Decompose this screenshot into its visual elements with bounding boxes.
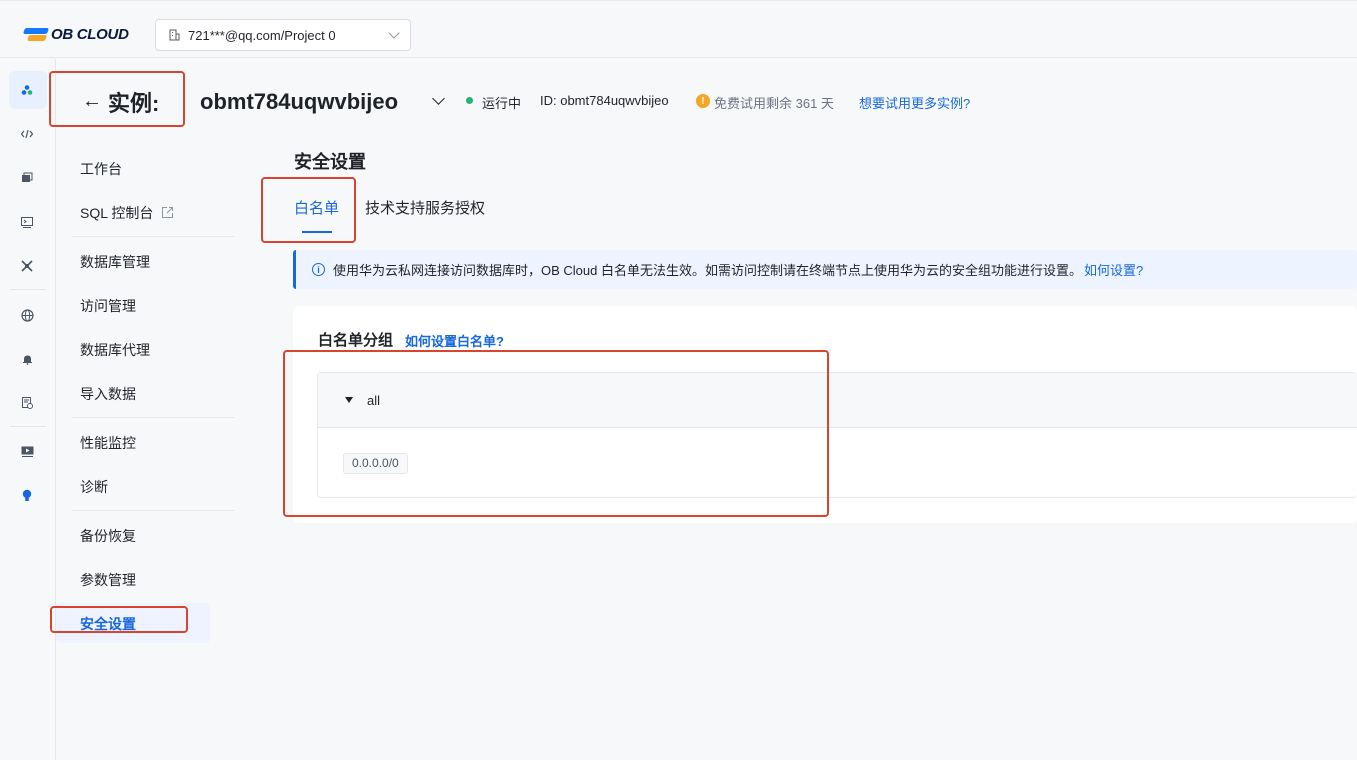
whitelist-group-header[interactable]: all <box>318 373 1357 428</box>
info-icon: i <box>312 263 325 276</box>
tab-whitelist[interactable]: 白名单 <box>294 197 339 218</box>
instance-switch-chevron-icon[interactable] <box>432 92 445 105</box>
whitelist-ip-tag: 0.0.0.0/0 <box>343 453 408 474</box>
notice-how-to-link[interactable]: 如何设置? <box>1084 260 1143 279</box>
terminal-icon[interactable] <box>20 215 34 229</box>
building-icon <box>168 29 180 41</box>
code-icon[interactable] <box>20 127 34 141</box>
whitelist-groups-title: 白名单分组 <box>318 332 394 349</box>
nav-divider <box>72 236 234 237</box>
warning-icon: ! <box>696 94 710 108</box>
security-settings-title: 安全设置 <box>294 152 366 172</box>
project-selector-label: 721***@qq.com/Project 0 <box>188 27 336 43</box>
page-title: 实例: <box>108 91 160 116</box>
nav-item-database-proxy[interactable]: 数据库代理 <box>80 340 150 360</box>
integration-icon[interactable] <box>20 259 34 273</box>
caret-down-icon[interactable] <box>345 397 353 403</box>
nav-item-workbench[interactable]: 工作台 <box>80 159 122 179</box>
nav-item-performance-monitoring[interactable]: 性能监控 <box>80 433 136 453</box>
tab-tech-support-authorization[interactable]: 技术支持服务授权 <box>365 197 485 218</box>
chevron-down-icon <box>388 27 400 39</box>
nav-item-backup-restore[interactable]: 备份恢复 <box>80 526 136 546</box>
notice-text: 使用华为云私网连接访问数据库时，OB Cloud 白名单无法生效。如需访问控制请… <box>333 263 1082 278</box>
nav-item-security-settings[interactable]: 安全设置 <box>80 614 136 634</box>
instance-side-nav: 工作台 SQL 控制台 数据库管理 访问管理 数据库代理 导入数据 性能监控 诊… <box>56 59 234 760</box>
whitelist-group-name: all <box>367 393 381 408</box>
instance-name: obmt784uqwvbijeo <box>200 89 399 114</box>
nav-item-parameter-management[interactable]: 参数管理 <box>80 570 136 590</box>
logo-text: OB CLOUD <box>51 26 129 43</box>
external-link-icon <box>161 206 174 222</box>
back-arrow-icon[interactable]: ← <box>82 90 102 113</box>
migration-icon[interactable] <box>20 171 34 185</box>
status-dot-icon <box>466 97 473 104</box>
active-tab-underline <box>302 231 332 233</box>
nav-item-diagnosis[interactable]: 诊断 <box>80 477 108 497</box>
try-more-instances-link[interactable]: 想要试用更多实例? <box>859 93 970 112</box>
network-globe-icon[interactable] <box>20 308 34 322</box>
nav-item-import-data[interactable]: 导入数据 <box>80 384 136 404</box>
video-tutorial-icon[interactable] <box>20 444 34 458</box>
trial-remaining: 免费试用剩余 361 天 <box>714 96 834 111</box>
icon-rail <box>0 59 56 760</box>
instance-status: 运行中 <box>482 96 522 111</box>
nav-item-sql-console-label: SQL 控制台 <box>80 205 154 221</box>
whitelist-group: all 0.0.0.0/0 <box>317 372 1357 498</box>
instances-icon[interactable] <box>20 83 34 97</box>
instance-id: ID: obmt784uqwvbijeo <box>540 93 669 108</box>
nav-item-access-management[interactable]: 访问管理 <box>80 296 136 316</box>
lightbulb-icon[interactable] <box>20 488 34 502</box>
nav-divider <box>72 417 234 418</box>
rail-divider <box>10 426 46 427</box>
ob-cloud-logo[interactable]: OB CLOUD <box>22 26 129 43</box>
rail-divider <box>10 289 46 290</box>
logo-mark-icon <box>22 27 50 42</box>
nav-item-sql-console[interactable]: SQL 控制台 <box>80 203 174 223</box>
whitelist-card: 白名单分组 如何设置白名单? all 0.0.0.0/0 <box>293 306 1357 523</box>
whitelist-help-link[interactable]: 如何设置白名单? <box>405 331 504 350</box>
project-selector[interactable]: 721***@qq.com/Project 0 <box>155 19 411 51</box>
huawei-privatelink-notice: i 使用华为云私网连接访问数据库时，OB Cloud 白名单无法生效。如需访问控… <box>293 250 1357 289</box>
nav-item-database-management[interactable]: 数据库管理 <box>80 252 150 272</box>
bell-icon[interactable] <box>20 352 34 366</box>
billing-icon[interactable] <box>20 396 34 410</box>
top-bar: OB CLOUD 721***@qq.com/Project 0 <box>0 0 1357 58</box>
nav-divider <box>72 510 234 511</box>
